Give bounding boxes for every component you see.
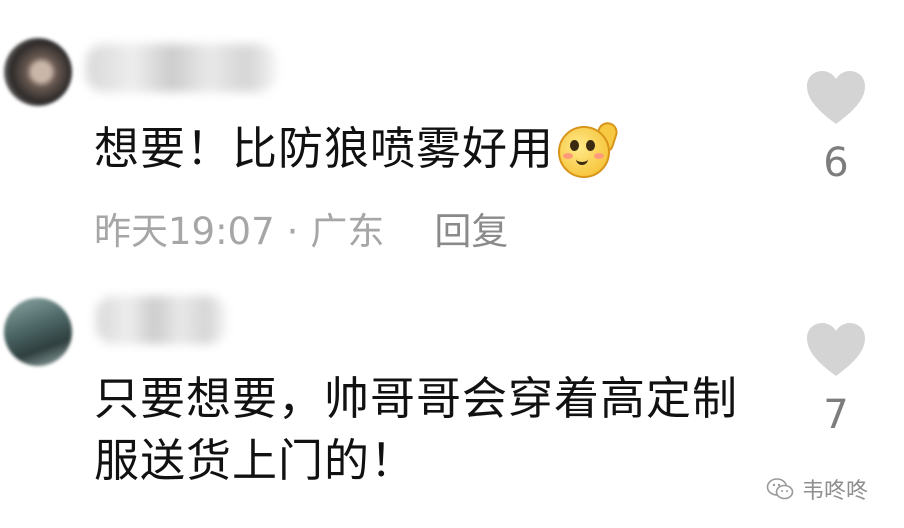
comment-text-content: 想要！比防狼喷雾好用 <box>94 122 555 175</box>
watermark: 韦咚咚 <box>766 474 868 504</box>
comment-text: 想要！比防狼喷雾好用 <box>94 118 621 180</box>
heart-icon[interactable] <box>805 322 867 378</box>
like-count: 7 <box>823 392 849 438</box>
like-button[interactable]: 6 <box>804 70 868 186</box>
like-button[interactable]: 7 <box>804 322 868 438</box>
username-blurred[interactable] <box>86 44 276 92</box>
comment-item: 想要！比防狼喷雾好用 昨天19:07 · 广东 回复 6 <box>0 0 904 270</box>
avatar[interactable] <box>4 298 72 366</box>
comment-location: 广东 <box>310 210 385 253</box>
meta-separator: · <box>286 210 299 253</box>
comment-text: 只要想要，帅哥哥会穿着高定制服送货上门的！ <box>94 372 739 487</box>
comment-time: 昨天19:07 <box>94 210 275 253</box>
comment-meta: 昨天19:07 · 广东 回复 <box>94 208 508 256</box>
heart-icon[interactable] <box>805 70 867 126</box>
wechat-icon <box>766 478 794 500</box>
watermark-text: 韦咚咚 <box>802 479 869 504</box>
like-count: 6 <box>823 140 849 186</box>
thinking-blush-emoji-icon <box>558 119 621 178</box>
comments-page: 想要！比防狼喷雾好用 昨天19:07 · 广东 回复 6 只要想要，帅哥哥会穿着高定制… <box>0 0 904 528</box>
avatar[interactable] <box>4 38 72 106</box>
reply-button[interactable]: 回复 <box>434 210 508 253</box>
username-blurred[interactable] <box>96 296 226 344</box>
